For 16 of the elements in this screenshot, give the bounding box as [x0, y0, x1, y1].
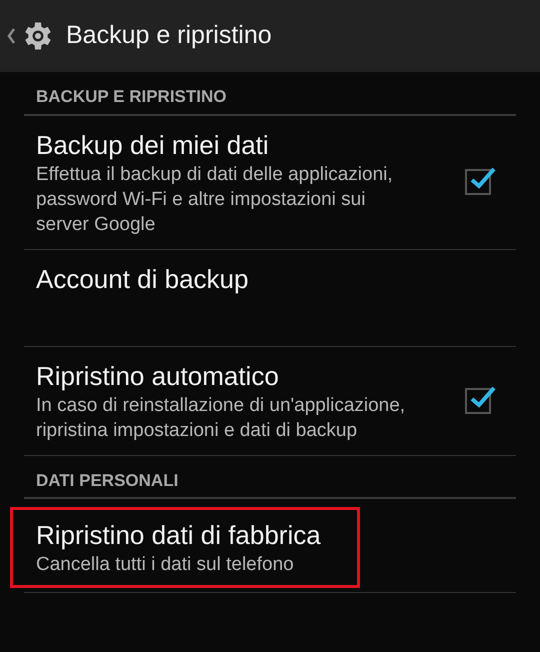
section-header: BACKUP E RIPRISTINO — [35, 86, 228, 108]
item-summary: Effettua il backup di dati delle applicazioni, password Wi-Fi e altre impostazioni sui server Google — [36, 162, 394, 236]
list-item[interactable]: Backup dei miei dati Effettua il backup di dati delle applicazioni, password Wi-Fi e altre impostazioni sui server Google — [0, 116, 540, 248]
item-title: Ripristino dati di fabbrica — [36, 519, 322, 552]
item-title: Backup dei miei dati — [36, 128, 270, 162]
section-header: DATI PERSONALI — [35, 470, 180, 492]
check-icon — [469, 165, 497, 191]
item-summary: Cancella tutti i dati sul telefono — [36, 553, 295, 577]
item-title: Account di backup — [36, 262, 250, 296]
window-title: Backup e ripristino — [66, 20, 272, 52]
item-title: Ripristino automatico — [36, 360, 280, 392]
list-item[interactable]: Ripristino dati di fabbrica Cancella tutti i dati sul telefono — [0, 499, 540, 592]
item-summary: In caso di reinstallazione di un'applicazione, ripristina impostazioni e dati di backup — [36, 394, 406, 442]
list-item[interactable]: Ripristino automatico In caso di reinstallazione di un'applicazione, ripristina impostazioni e dati di backup — [0, 346, 540, 454]
back-icon[interactable] — [6, 27, 16, 45]
list-item[interactable]: Account di backup — [0, 250, 540, 346]
